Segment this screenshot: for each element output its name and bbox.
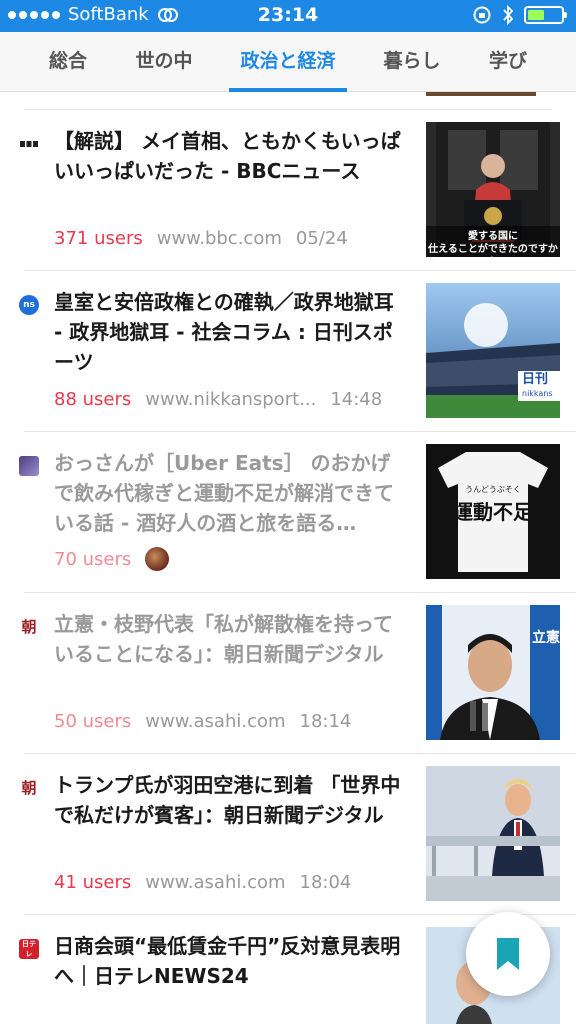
bookmark-users[interactable]: 88 users <box>54 389 131 410</box>
entry-meta: 371 users www.bbc.com 05/24 <box>54 228 348 249</box>
entry-date: 14:48 <box>330 389 383 410</box>
entry-date: 18:14 <box>299 711 352 732</box>
thumbnail-logo-sub: nikkans <box>522 389 553 398</box>
entry-date: 05/24 <box>295 228 348 249</box>
bluetooth-icon <box>503 5 514 25</box>
blog-icon <box>19 456 39 476</box>
category-tabs: 総合 世の中 政治と経済 暮らし 学び <box>0 32 576 92</box>
status-bar: SoftBank 23:14 <box>0 0 576 32</box>
tshirt-main-text: 運動不足 <box>453 500 533 524</box>
bookmark-users[interactable]: 50 users <box>54 711 131 732</box>
tab-living[interactable]: 暮らし <box>370 32 454 92</box>
entry-thumbnail[interactable]: 愛する国に 仕えることができたのですから <box>426 122 560 257</box>
entry-thumbnail[interactable] <box>426 766 560 901</box>
bookmark-fab[interactable] <box>466 912 550 996</box>
bookmark-icon <box>497 938 519 970</box>
entry-domain: www.asahi.com <box>145 711 286 732</box>
entry-item[interactable]: 【解説】 メイ首相、ともかくもいっぱいいっぱいだった - BBCニュース 371… <box>0 110 576 271</box>
entry-title[interactable]: おっさんが［Uber Eats］ のおかげで飲み代稼ぎと運動不足が解消できている… <box>54 448 404 538</box>
tshirt-small-text: うんどうぶそく <box>465 485 521 494</box>
ntv-news24-icon: 日テレ <box>19 939 39 959</box>
entry-item[interactable]: 朝 立憲・枝野代表「私が解散権を持っていることになる」：朝日新聞デジタル 50 … <box>0 593 576 754</box>
entry-thumbnail[interactable]: 日刊 nikkans <box>426 283 560 418</box>
battery-icon <box>524 6 567 24</box>
asahi-icon: 朝 <box>19 617 39 637</box>
entry-title[interactable]: トランプ氏が羽田空港に到着 「世界中で私だけが賓客」：朝日新聞デジタル <box>54 770 404 830</box>
entry-item[interactable]: ns 皇室と安倍政権との確執／政界地獄耳 - 政界地獄耳 - 社会コラム : 日… <box>0 271 576 432</box>
tab-society[interactable]: 世の中 <box>122 32 206 92</box>
tab-learning[interactable]: 学び <box>468 32 548 92</box>
bbc-icon <box>19 134 39 154</box>
thumbnail-caption: 愛する国に <box>468 231 518 242</box>
entry-date: 18:04 <box>299 872 352 893</box>
nikkansports-icon: ns <box>19 295 39 315</box>
user-avatar[interactable] <box>145 547 170 571</box>
thumbnail-caption: 仕えることができたのですから <box>428 244 558 255</box>
entry-thumbnail[interactable]: うんどうぶそく 運動不足 <box>426 444 560 579</box>
entry-meta: 70 users <box>54 547 170 571</box>
asahi-icon: 朝 <box>19 778 39 798</box>
entry-item[interactable]: 朝 トランプ氏が羽田空港に到着 「世界中で私だけが賓客」：朝日新聞デジタル 41… <box>0 754 576 915</box>
rotation-lock-icon <box>473 6 491 24</box>
entry-title[interactable]: 皇室と安倍政権との確執／政界地獄耳 - 政界地獄耳 - 社会コラム : 日刊スポ… <box>54 287 404 377</box>
entry-meta: 50 users www.asahi.com 18:14 <box>54 711 351 732</box>
entry-title[interactable]: 日商会頭“最低賃金千円”反対意見表明へ｜日テレNEWS24 <box>54 931 404 991</box>
thumbnail-banner-text: 立憲 <box>532 630 560 646</box>
bookmark-users[interactable]: 70 users <box>54 549 131 570</box>
previous-entry-edge <box>24 92 552 110</box>
previous-entry-thumbnail <box>426 92 536 96</box>
entry-meta: 88 users www.nikkansport... 14:48 <box>54 389 382 410</box>
entry-domain: www.asahi.com <box>145 872 286 893</box>
entry-title[interactable]: 立憲・枝野代表「私が解散権を持っていることになる」：朝日新聞デジタル <box>54 609 404 669</box>
tab-general[interactable]: 総合 <box>26 32 110 92</box>
battery-level <box>528 10 544 20</box>
entry-title[interactable]: 【解説】 メイ首相、ともかくもいっぱいいっぱいだった - BBCニュース <box>54 126 404 186</box>
entry-domain: www.nikkansport... <box>145 389 317 410</box>
bookmark-users[interactable]: 371 users <box>54 228 143 249</box>
thumbnail-logo-text: 日刊 <box>522 372 549 387</box>
bookmark-users[interactable]: 41 users <box>54 872 131 893</box>
tab-politics-economy[interactable]: 政治と経済 <box>229 32 347 92</box>
entry-thumbnail[interactable]: 立憲 <box>426 605 560 740</box>
entry-item[interactable]: おっさんが［Uber Eats］ のおかげで飲み代稼ぎと運動不足が解消できている… <box>0 432 576 593</box>
entry-domain: www.bbc.com <box>156 228 282 249</box>
entry-meta: 41 users www.asahi.com 18:04 <box>54 872 351 893</box>
